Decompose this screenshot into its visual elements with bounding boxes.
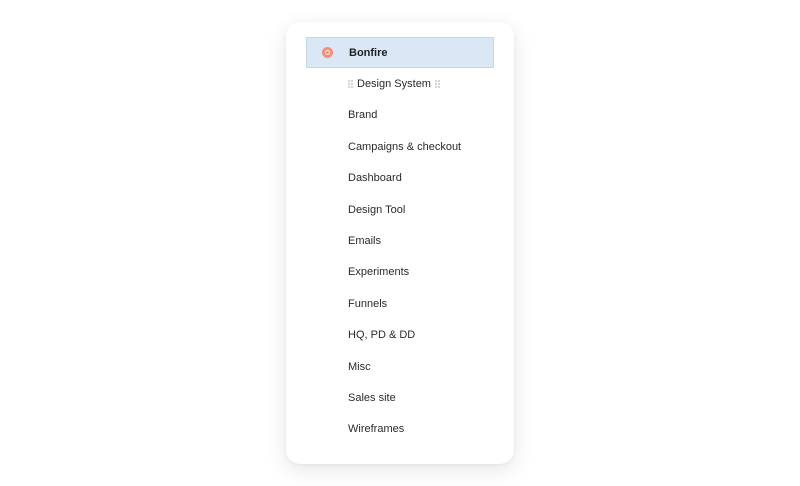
project-item-sales-site[interactable]: Sales site [306,382,494,413]
project-item-label: Funnels [348,297,388,310]
project-item-dashboard[interactable]: Dashboard [306,163,494,194]
bonfire-dot-icon [322,47,333,59]
project-item-label: Brand [348,109,378,122]
project-item-design-tool[interactable]: Design Tool [306,194,494,225]
project-item-campaigns-checkout[interactable]: Campaigns & checkout [306,131,494,162]
project-item-label: HQ, PD & DD [348,329,416,342]
project-item-wireframes[interactable]: Wireframes [306,414,494,445]
project-item-label: Design System [357,78,431,91]
project-item-misc[interactable]: Misc [306,351,494,382]
project-list: Bonfire Design System Brand Campaigns & … [306,37,494,445]
project-item-emails[interactable]: Emails [306,225,494,256]
drag-item-content: Design System [348,78,440,90]
project-item-label: Sales site [348,391,396,404]
project-item-experiments[interactable]: Experiments [306,257,494,288]
drag-handle-icon[interactable] [348,80,353,89]
project-item-label: Misc [348,360,371,373]
project-item-label: Bonfire [349,46,388,59]
project-item-funnels[interactable]: Funnels [306,288,494,319]
project-item-brand[interactable]: Brand [306,100,494,131]
project-item-hq-pd-dd[interactable]: HQ, PD & DD [306,320,494,351]
project-item-label: Experiments [348,266,410,279]
project-item-design-system[interactable]: Design System [306,68,494,99]
project-item-label: Emails [348,235,382,248]
project-item-bonfire[interactable]: Bonfire [306,37,494,69]
project-item-label: Dashboard [348,172,402,185]
project-item-label: Campaigns & checkout [348,140,462,153]
project-menu-card: Bonfire Design System Brand Campaigns & … [286,22,514,464]
project-item-label: Design Tool [348,203,406,216]
project-item-label: Wireframes [348,423,405,436]
drag-handle-icon[interactable] [434,80,440,89]
